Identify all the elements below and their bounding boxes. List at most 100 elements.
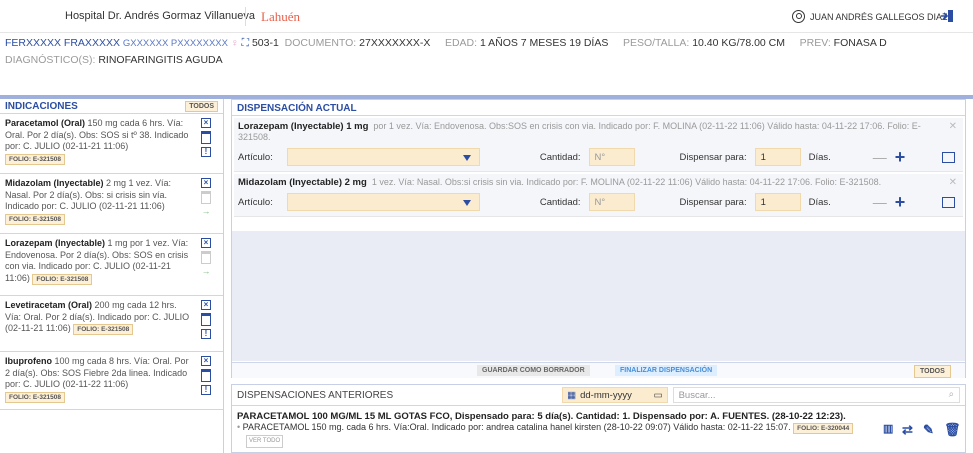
indications-todos-button[interactable]: TODOS [185, 100, 218, 112]
age-label: EDAD: [444, 37, 478, 49]
female-icon: ♀ [230, 37, 239, 49]
days-input[interactable]: 1 [754, 148, 801, 166]
alert-icon[interactable]: ! [201, 147, 211, 157]
plus-icon[interactable]: + [895, 148, 906, 166]
folio-badge: FOLIO: E-321508 [73, 324, 134, 335]
weight-label: PESO/TALLA: [622, 37, 690, 49]
bullet: • [237, 422, 241, 432]
dispensation-item: Midazolam (Inyectable) 2 mg 1 vez. Vía: … [234, 174, 963, 217]
barcode-icon[interactable] [942, 196, 955, 208]
previous-dispensations-panel: DISPENSACIONES ANTERIORES ▦ dd-mm-yyyy ▭… [231, 384, 966, 453]
diagnosis: DIAGNÓSTICO(S): RINOFARINGITIS AGUDA [5, 54, 223, 66]
logout-icon[interactable] [940, 9, 954, 23]
days-label: Días. [808, 151, 831, 163]
article-label: Artículo: [238, 151, 273, 163]
dispensation-drug: Lorazepam (Inyectable) 1 mg [238, 121, 369, 132]
swap-icon[interactable]: ⇄ [902, 422, 913, 438]
prevision-value: FONASA D [833, 37, 887, 49]
container-icon[interactable] [201, 369, 211, 382]
alert-icon[interactable]: ! [201, 385, 211, 395]
indications-header: INDICACIONES TODOS [0, 99, 223, 114]
user-name: JUAN ANDRÉS GALLEGOS DIAZ [810, 11, 948, 22]
article-select[interactable] [286, 193, 480, 211]
folio-badge: FOLIO: E-320044 [793, 423, 854, 434]
indication-item: Lorazepam (Inyectable) 1 mg por 1 vez. V… [0, 234, 223, 296]
container-icon[interactable] [201, 313, 211, 326]
top-bar: Hospital Dr. Andrés Gormaz Villanueva La… [0, 0, 973, 33]
minus-icon[interactable]: — [873, 149, 887, 165]
barcode-icon[interactable]: ▥ [883, 422, 893, 435]
dispensation-footer: GUARDAR COMO BORRADOR FINALIZAR DISPENSA… [232, 362, 965, 378]
dispense-for-label: Dispensar para: [679, 196, 747, 208]
save-draft-button[interactable]: GUARDAR COMO BORRADOR [477, 365, 590, 376]
calendar-small-icon[interactable]: ▭ [654, 390, 663, 401]
diagnosis-label: DIAGNÓSTICO(S): [5, 54, 96, 66]
ver-todo-button[interactable]: VER TODO [246, 435, 284, 448]
indications-panel: INDICACIONES TODOS Paracetamol (Oral) 15… [0, 99, 224, 453]
indication-drug: Levetiracetam (Oral) [5, 300, 93, 310]
document-value: 27XXXXXXX-X [359, 37, 431, 49]
date-placeholder: dd-mm-yyyy [580, 389, 632, 401]
indication-drug: Ibuprofeno [5, 356, 52, 366]
patient-surname: GXXXXXX PXXXXXXXX [122, 38, 228, 49]
days-input[interactable]: 1 [754, 193, 801, 211]
dispensation-item: Lorazepam (Inyectable) 1 mg por 1 vez. V… [234, 118, 963, 172]
close-icon[interactable]: × [201, 300, 211, 310]
quantity-label: Cantidad: [539, 151, 581, 163]
edit-icon[interactable]: ✎ [923, 422, 934, 438]
article-label: Artículo: [238, 196, 273, 208]
calendar-icon: ▦ [567, 389, 577, 401]
user-icon [792, 10, 805, 23]
document-label: DOCUMENTO: [284, 37, 357, 49]
barcode-icon[interactable] [942, 151, 955, 163]
indication-drug: Lorazepam (Inyectable) [5, 238, 106, 248]
brand-logo: Lahuén [261, 9, 300, 24]
arrow-right-icon[interactable]: → [202, 267, 211, 276]
user-menu[interactable]: JUAN ANDRÉS GALLEGOS DIAZ [792, 10, 948, 23]
alert-icon[interactable]: ! [201, 329, 211, 339]
folio-badge: FOLIO: E-321508 [32, 273, 93, 285]
search-placeholder: Buscar... [678, 390, 716, 401]
diagnosis-value: RINOFARINGITIS AGUDA [98, 54, 223, 66]
previous-entry-text: PARACETAMOL 150 mg. cada 6 hrs. Vía:Oral… [242, 422, 791, 432]
patient-header: FERXXXXX FRAXXXXX GXXXXXX PXXXXXXXX ♀ ⛶ … [5, 37, 887, 50]
quantity-input[interactable]: N° [588, 193, 635, 211]
close-icon[interactable]: × [201, 118, 211, 128]
age-value: 1 AÑOS 7 MESES 19 DÍAS [479, 37, 609, 49]
trash-icon[interactable]: 🗑 [944, 422, 961, 438]
indication-item: Levetiracetam (Oral) 200 mg cada 12 hrs.… [0, 296, 223, 352]
divider [245, 7, 246, 26]
container-icon [201, 251, 211, 264]
todos-button[interactable]: TODOS [914, 365, 951, 378]
current-dispensation-title: DISPENSACIÓN ACTUAL [232, 100, 965, 116]
bed-icon: ⛶ [241, 37, 250, 49]
indication-item: Ibuprofeno 100 mg cada 8 hrs. Vía: Oral.… [0, 352, 223, 410]
previous-title: DISPENSACIONES ANTERIORES [237, 389, 394, 401]
close-icon[interactable]: × [201, 356, 211, 366]
indication-drug: Paracetamol (Oral) [5, 118, 86, 128]
current-dispensation-panel: DISPENSACIÓN ACTUAL Lorazepam (Inyectabl… [231, 99, 966, 378]
indication-item: Midazolam (Inyectable) 2 mg 1 vez. Vía: … [0, 174, 223, 234]
plus-icon[interactable]: + [895, 193, 906, 211]
empty-area [232, 231, 965, 361]
article-select[interactable] [286, 148, 480, 166]
close-icon[interactable]: ✕ [949, 177, 957, 188]
container-icon[interactable] [201, 131, 211, 144]
finish-dispensation-button[interactable]: FINALIZAR DISPENSACIÓN [615, 365, 718, 376]
date-filter-input[interactable]: ▦ dd-mm-yyyy ▭ [562, 387, 668, 403]
search-icon[interactable]: ⌕ [949, 389, 954, 400]
close-icon[interactable]: ✕ [949, 121, 957, 132]
previous-entry: PARACETAMOL 100 MG/ML 15 ML GOTAS FCO, D… [232, 406, 965, 453]
container-icon [201, 191, 211, 204]
close-icon[interactable]: × [201, 178, 211, 188]
arrow-right-icon[interactable]: → [202, 207, 211, 216]
patient-name: FERXXXXX FRAXXXXX [5, 37, 120, 49]
prevision-label: PREV: [799, 37, 831, 49]
minus-icon[interactable]: — [873, 194, 887, 210]
patient-bed: 503-1 [251, 37, 279, 49]
search-input[interactable]: Buscar... ⌕ [672, 387, 960, 403]
quantity-input[interactable]: N° [588, 148, 635, 166]
quantity-label: Cantidad: [539, 196, 581, 208]
close-icon[interactable]: × [201, 238, 211, 248]
previous-entry-header: PARACETAMOL 100 MG/ML 15 ML GOTAS FCO, D… [237, 411, 846, 422]
